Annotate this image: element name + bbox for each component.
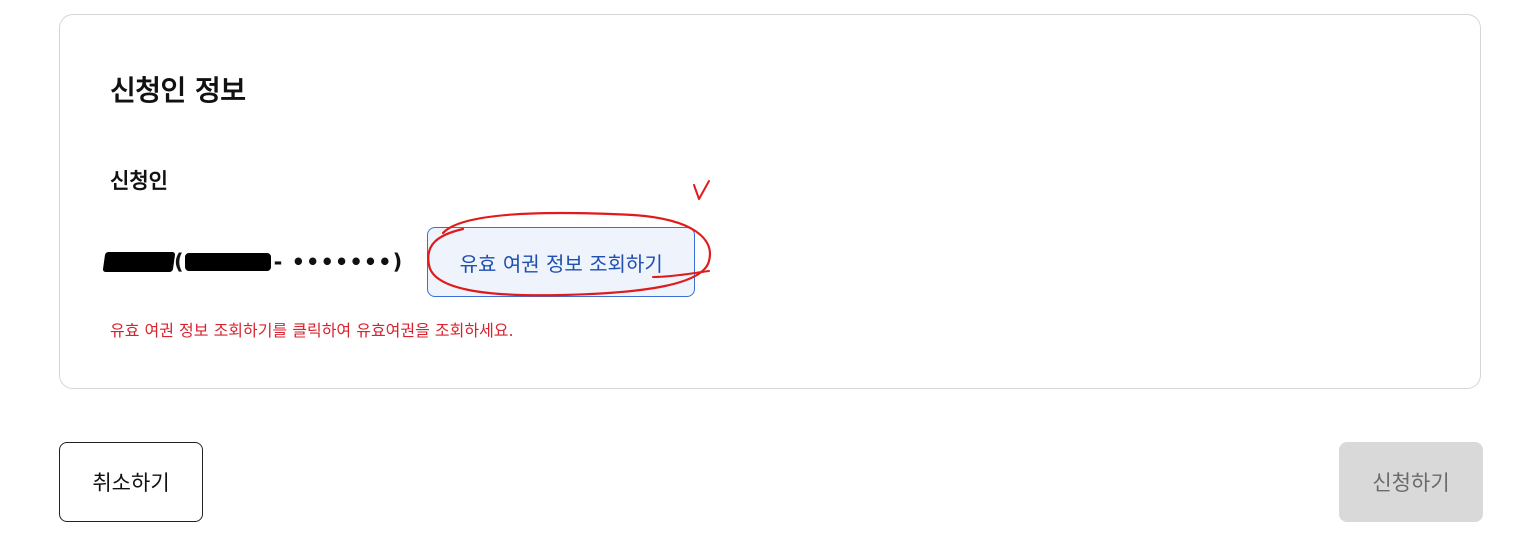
v-check-mark (693, 180, 711, 200)
applicant-field-label: 신청인 (110, 169, 168, 193)
page: 신청인 정보 신청인 ( - •••••••) 유효 여권 정보 조회하기 유효… (0, 0, 1522, 539)
open-paren: ( (174, 250, 184, 274)
apply-button[interactable]: 신청하기 (1339, 442, 1483, 522)
applicant-info-card: 신청인 정보 신청인 ( - •••••••) 유효 여권 정보 조회하기 유효… (59, 14, 1481, 389)
lookup-hint-text: 유효 여권 정보 조회하기를 클릭하여 유효여권을 조회하세요. (110, 321, 514, 340)
redacted-birthdate (184, 253, 271, 271)
lookup-button-wrapper: 유효 여권 정보 조회하기 (427, 180, 712, 297)
redacted-name (102, 252, 176, 272)
section-title: 신청인 정보 (110, 74, 246, 107)
applicant-row: ( - •••••••) 유효 여권 정보 조회하기 (102, 180, 712, 297)
masked-id-number: - •••••••) (273, 250, 404, 274)
cancel-button[interactable]: 취소하기 (59, 442, 203, 522)
passport-lookup-button[interactable]: 유효 여권 정보 조회하기 (427, 227, 696, 297)
